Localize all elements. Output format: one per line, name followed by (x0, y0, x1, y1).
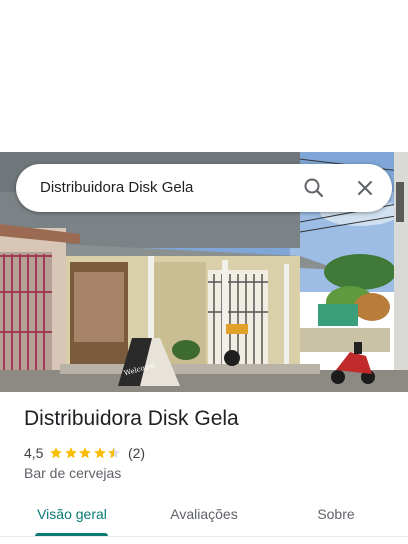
rating-row[interactable]: 4,5 (2) (24, 443, 145, 463)
close-icon[interactable] (351, 174, 379, 202)
rating-stars (49, 446, 122, 460)
tab-overview[interactable]: Visão geral (27, 495, 117, 533)
tab-bar: Visão geral Avaliações Sobre (0, 495, 408, 537)
star-icon (50, 447, 63, 459)
half-star-icon (108, 447, 121, 459)
star-icon (65, 447, 77, 459)
search-input[interactable]: Distribuidora Disk Gela (40, 164, 193, 212)
search-bar[interactable]: Distribuidora Disk Gela (16, 164, 392, 212)
tabs-divider (0, 536, 408, 537)
star-icon (79, 447, 92, 459)
place-category: Bar de cervejas (24, 465, 122, 481)
tab-about[interactable]: Sobre (300, 495, 372, 533)
review-count[interactable]: (2) (128, 445, 145, 461)
rating-value: 4,5 (24, 445, 44, 461)
search-icon[interactable] (300, 174, 328, 202)
tab-reviews[interactable]: Avaliações (158, 495, 250, 533)
place-title: Distribuidora Disk Gela (24, 407, 239, 430)
blank-top-area (0, 0, 408, 152)
star-icon (94, 447, 106, 459)
